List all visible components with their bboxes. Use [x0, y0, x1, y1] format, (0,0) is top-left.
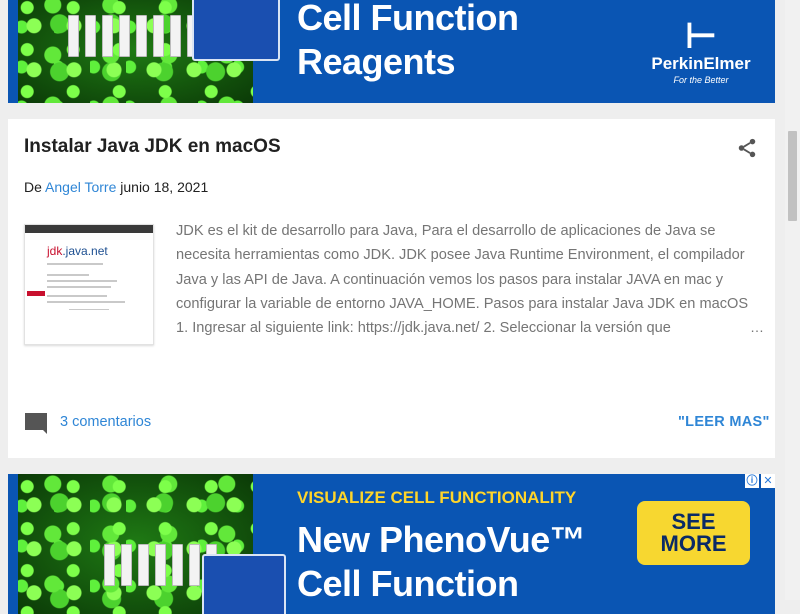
ad-headline-line2: Reagents — [297, 41, 456, 82]
see-more-line2: MORE — [660, 531, 727, 556]
thumbnail-browser-bar — [25, 225, 153, 233]
brand-tagline: For the Better — [673, 75, 729, 85]
top-ad-banner[interactable]: Cell Function Reagents ⊢ PerkinElmer For… — [8, 0, 775, 103]
bottom-ad-banner[interactable]: VISUALIZE CELL FUNCTIONALITY New PhenoVu… — [8, 474, 775, 614]
reagent-vials-image — [104, 544, 217, 586]
post-excerpt: JDK es el kit de desarrollo para Java, P… — [176, 223, 749, 337]
post-date: junio 18, 2021 — [120, 179, 209, 195]
page-scrollbar[interactable] — [785, 0, 800, 600]
perkinelmer-logo: ⊢ PerkinElmer For the Better — [636, 15, 766, 86]
brand-name: PerkinElmer — [651, 54, 751, 73]
read-more-link[interactable]: "LEER MAS" — [678, 414, 770, 430]
comments-link[interactable]: 3 comentarios — [60, 414, 151, 430]
thumbnail-jdk-logo: jdk.java.net — [47, 244, 108, 258]
ad-controls: ⓘ ✕ — [745, 474, 775, 488]
perkinelmer-mark-icon: ⊢ — [684, 15, 718, 56]
post-thumbnail[interactable]: jdk.java.net — [24, 224, 154, 345]
reagent-box-image — [192, 0, 280, 61]
reagent-box-image — [202, 554, 286, 614]
comment-icon[interactable] — [25, 413, 47, 434]
reagent-vials-image — [68, 15, 198, 57]
ad-headline-line1: New PhenoVue™ — [297, 519, 586, 560]
ad-headline-line1: Cell Function — [297, 0, 519, 38]
author-link[interactable]: Angel Torre — [45, 179, 116, 195]
ad-headline-line2: Cell Function — [297, 563, 519, 604]
see-more-line1: SEE — [671, 509, 716, 534]
scrollbar-thumb[interactable] — [788, 131, 797, 221]
byline-prefix: De — [24, 179, 42, 195]
post-byline: De Angel Torre junio 18, 2021 — [24, 179, 208, 195]
post-card: Instalar Java JDK en macOS De Angel Torr… — [8, 119, 775, 458]
excerpt-ellipsis: … — [750, 319, 764, 335]
post-title[interactable]: Instalar Java JDK en macOS — [24, 136, 281, 158]
ad-kicker: VISUALIZE CELL FUNCTIONALITY — [297, 488, 577, 507]
see-more-button[interactable]: SEE MORE — [637, 501, 750, 565]
adchoices-icon[interactable]: ⓘ — [745, 474, 759, 488]
close-ad-icon[interactable]: ✕ — [761, 474, 775, 488]
share-icon[interactable] — [736, 137, 758, 159]
